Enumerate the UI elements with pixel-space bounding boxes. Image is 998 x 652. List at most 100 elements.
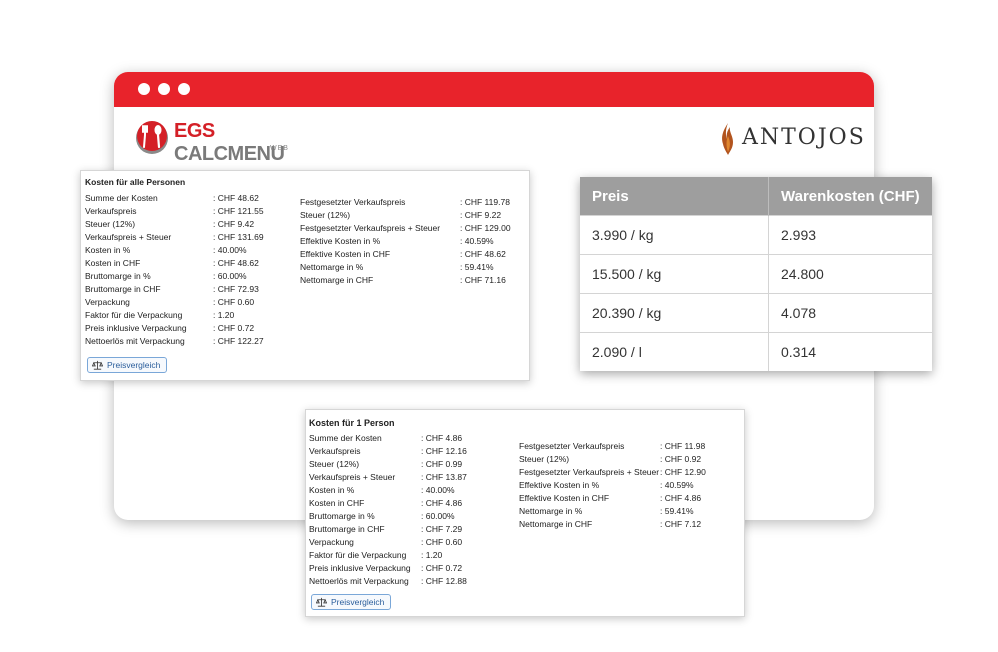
list-item: Verkaufspreis: CHF 12.16	[309, 446, 514, 459]
list-item: Bruttomarge in CHF: CHF 72.93	[85, 284, 295, 297]
list-item: Bruttomarge in % : 60.00%	[85, 271, 295, 284]
list-item: Summe der Kosten: CHF 4.86	[309, 433, 514, 446]
list-item: Nettomarge in % : 59.41%	[519, 506, 741, 519]
row-label: Nettomarge in %	[300, 262, 364, 272]
table-cell: 2.993	[768, 215, 932, 255]
row-label: Nettomarge in %	[519, 506, 583, 516]
list-item: Verkaufspreis + Steuer: CHF 131.69	[85, 232, 295, 245]
cost-list-right: Festgesetzter Verkaufspreis: CHF 119.78 …	[300, 197, 525, 288]
column-header-price: Preis	[580, 177, 769, 216]
row-label: Festgesetzter Verkaufspreis	[300, 197, 406, 207]
row-value: : 40.00%	[421, 485, 455, 495]
row-label: Nettomarge in CHF	[300, 275, 374, 285]
price-table: Preis Warenkosten (CHF) 3.990 / kg 2.993 …	[580, 177, 932, 371]
list-item: Verpackung: CHF 0.60	[85, 297, 295, 310]
row-label: Verkaufspreis	[85, 206, 137, 216]
row-value: : CHF 0.60	[213, 297, 255, 307]
brand-name-part2: CALCMENU	[174, 143, 285, 165]
row-label: Faktor für die Verpackung	[85, 310, 183, 320]
row-label: Festgesetzter Verkaufspreis + Steuer	[519, 467, 660, 477]
row-label: Kosten in %	[85, 245, 131, 255]
row-label: Nettoerlös mit Verpackung	[309, 576, 409, 586]
row-value: : 60.00%	[213, 271, 247, 281]
row-value: : CHF 129.00	[460, 223, 511, 233]
row-value: : CHF 12.16	[421, 446, 467, 456]
row-label: Verkaufspreis + Steuer	[85, 232, 172, 242]
row-label: Steuer (12%)	[519, 454, 570, 464]
row-value: : 59.41%	[660, 506, 694, 516]
row-value: : CHF 122.27	[213, 336, 264, 346]
row-label: Kosten in %	[309, 485, 355, 495]
list-item: Effektive Kosten in CHF: CHF 48.62	[300, 249, 525, 262]
table-cell: 2.090 / l	[580, 332, 769, 371]
row-label: Festgesetzter Verkaufspreis + Steuer	[300, 223, 441, 233]
row-label: Effektive Kosten in CHF	[519, 493, 610, 503]
list-item: Nettoerlös mit Verpackung: CHF 122.27	[85, 336, 295, 349]
brand-name-part1: EGS	[174, 120, 215, 142]
list-item: Steuer (12%): CHF 9.42	[85, 219, 295, 232]
row-value: : CHF 0.92	[660, 454, 702, 464]
row-value: : CHF 9.22	[460, 210, 502, 220]
price-comparison-button[interactable]: Preisvergleich	[87, 357, 168, 373]
row-value: : CHF 0.72	[213, 323, 255, 333]
row-label: Effektive Kosten in %	[300, 236, 381, 246]
row-label: Steuer (12%)	[309, 459, 360, 469]
row-label: Summe der Kosten	[85, 193, 158, 203]
row-value: : CHF 0.60	[421, 537, 463, 547]
row-value: : 40.00%	[213, 245, 247, 255]
row-value: : CHF 0.99	[421, 459, 463, 469]
window-dot-icon[interactable]	[178, 83, 190, 95]
row-value: : CHF 4.86	[421, 498, 463, 508]
row-value: : 1.20	[421, 550, 443, 560]
flame-icon	[722, 123, 733, 155]
table-cell: 15.500 / kg	[580, 254, 769, 294]
row-value: : CHF 48.62	[213, 258, 259, 268]
list-item: Verpackung : CHF 0.60	[309, 537, 514, 550]
panel-title: Kosten für alle Personen	[85, 177, 186, 187]
row-value: : CHF 9.42	[213, 219, 255, 229]
panel-cost-all-persons: Kosten für alle Personen Summe der Koste…	[80, 170, 530, 381]
list-item: Effektive Kosten in %: 40.59%	[300, 236, 525, 249]
row-value: : 40.59%	[660, 480, 694, 490]
row-label: Verkaufspreis + Steuer	[309, 472, 396, 482]
row-label: Preis inklusive Verpackung	[309, 563, 411, 573]
row-value: : CHF 11.98	[660, 441, 706, 451]
table-row: 20.390 / kg 4.078	[580, 293, 932, 333]
row-value: : CHF 72.93	[213, 284, 259, 294]
list-item: Festgesetzter Verkaufspreis: CHF 11.98	[519, 441, 741, 454]
table-row: 2.090 / l 0.314	[580, 332, 932, 371]
row-label: Effektive Kosten in CHF	[300, 249, 391, 259]
scale-icon	[92, 360, 103, 370]
table-row: 3.990 / kg 2.993	[580, 215, 932, 255]
price-comparison-button[interactable]: Preisvergleich	[311, 594, 392, 610]
table-header-row: Preis Warenkosten (CHF)	[580, 177, 932, 216]
list-item: Effektive Kosten in CHF: CHF 4.86	[519, 493, 741, 506]
list-item: Nettomarge in CHF: CHF 7.12	[519, 519, 741, 532]
list-item: Verkaufspreis: CHF 121.55	[85, 206, 295, 219]
row-value: : CHF 12.88	[421, 576, 467, 586]
list-item: Preis inklusive Verpackung: CHF 0.72	[85, 323, 295, 336]
antojos-logo: ANTOJOS	[718, 120, 868, 160]
row-label: Nettomarge in CHF	[519, 519, 593, 529]
row-value: : CHF 0.72	[421, 563, 463, 573]
list-item: Bruttomarge in %: 60.00%	[309, 511, 514, 524]
row-label: Verpackung	[309, 537, 354, 547]
cost-list-right: Festgesetzter Verkaufspreis: CHF 11.98 S…	[519, 441, 741, 532]
window-dot-icon[interactable]	[158, 83, 170, 95]
list-item: Nettoerlös mit Verpackung : CHF 12.88	[309, 576, 514, 589]
price-comparison-label: Preisvergleich	[107, 360, 161, 370]
brand-sub: WEB	[270, 145, 289, 152]
row-label: Bruttomarge in %	[85, 271, 151, 281]
row-value: : CHF 48.62	[213, 193, 259, 203]
list-item: Festgesetzter Verkaufspreis + Steuer : CH…	[300, 223, 525, 236]
calcmenu-emblem-icon	[136, 121, 168, 154]
list-item: Kosten in CHF : CHF 4.86	[309, 498, 514, 511]
panel-cost-one-person: Kosten für 1 Person Summe der Kosten: CH…	[305, 409, 745, 617]
list-item: Faktor für die Verpackung: 1.20	[309, 550, 514, 563]
row-value: : CHF 119.78	[460, 197, 510, 207]
list-item: Nettomarge in CHF: CHF 71.16	[300, 275, 525, 288]
window-dot-icon[interactable]	[138, 83, 150, 95]
table-cell: 20.390 / kg	[580, 293, 769, 333]
row-label: Kosten in CHF	[309, 498, 365, 508]
column-header-cost: Warenkosten (CHF)	[768, 177, 932, 216]
